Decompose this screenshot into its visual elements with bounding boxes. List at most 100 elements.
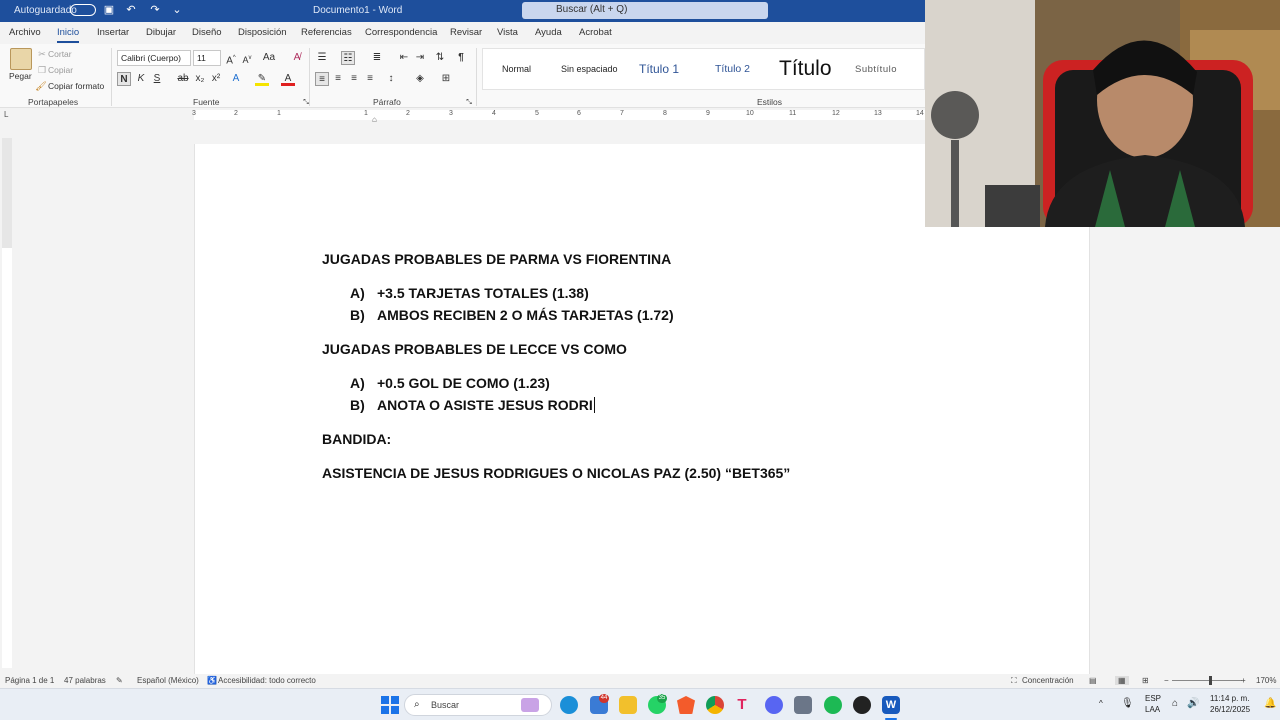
style-heading1[interactable]: Título 1 (639, 49, 679, 89)
underline-button[interactable]: S (150, 72, 164, 86)
line-spacing-icon[interactable]: ↕ (384, 72, 398, 86)
font-family-select[interactable]: Calibri (Cuerpo) (117, 50, 191, 66)
bandida-label[interactable]: BANDIDA: (322, 431, 391, 447)
list-item[interactable]: B) AMBOS RECIBEN 2 O MÁS TARJETAS (1.72) (350, 307, 674, 323)
text-app-icon[interactable]: T (733, 696, 751, 714)
tab-insertar[interactable]: Insertar (97, 27, 129, 38)
print-layout-icon[interactable]: ▦ (1115, 676, 1129, 685)
horizontal-ruler[interactable]: L 3 2 1 1 2 3 4 5 6 7 8 9 10 11 12 13 14… (0, 108, 925, 124)
zoom-slider[interactable] (1172, 680, 1242, 681)
list-item[interactable]: A) +3.5 TARJETAS TOTALES (1.38) (350, 285, 589, 301)
word-app-icon[interactable]: W (882, 696, 900, 714)
style-no-spacing[interactable]: Sin espaciado (561, 49, 618, 89)
tab-disposicion[interactable]: Disposición (238, 27, 287, 38)
network-icon[interactable]: ⌂ (1172, 698, 1178, 709)
page-count[interactable]: Página 1 de 1 (5, 676, 54, 685)
windows-start-icon[interactable] (381, 696, 399, 714)
tab-dibujar[interactable]: Dibujar (146, 27, 176, 38)
multilevel-list-icon[interactable]: ≣ (370, 51, 384, 65)
taskbar-search[interactable]: ⌕ Buscar (404, 694, 552, 716)
superscript-icon[interactable]: x² (209, 72, 223, 86)
accessibility-status[interactable]: Accesibilidad: todo correcto (218, 676, 316, 685)
paste-button[interactable]: Pegar (9, 71, 32, 81)
customize-icon[interactable]: ⌄ (170, 3, 184, 17)
language-code[interactable]: ESP (1145, 694, 1161, 703)
change-case-icon[interactable]: Aa (262, 51, 276, 65)
zoom-slider-thumb[interactable] (1209, 676, 1212, 685)
focus-mode[interactable]: Concentración (1022, 676, 1074, 685)
hidden-icons-chevron-icon[interactable]: ^ (1099, 699, 1103, 708)
undo-icon[interactable]: ↶ (124, 3, 138, 17)
show-marks-icon[interactable]: ¶ (454, 51, 468, 65)
redo-icon[interactable]: ↷ (148, 3, 162, 17)
copy-button[interactable]: Copiar (48, 65, 73, 75)
discord-icon[interactable] (765, 696, 783, 714)
zoom-in-icon[interactable]: + (1241, 676, 1246, 685)
autosave-toggle[interactable] (70, 4, 96, 16)
paste-icon[interactable] (10, 48, 32, 70)
shading-icon[interactable]: ◈ (413, 72, 427, 86)
vertical-ruler[interactable] (2, 138, 12, 668)
tab-revisar[interactable]: Revisar (450, 27, 482, 38)
bold-button[interactable]: N (117, 72, 131, 86)
tab-ayuda[interactable]: Ayuda (535, 27, 562, 38)
strikethrough-icon[interactable]: ab (176, 72, 190, 86)
tab-correspondencia[interactable]: Correspondencia (365, 27, 437, 38)
tab-selector-icon[interactable]: L (4, 110, 8, 119)
read-mode-icon[interactable]: ▤ (1089, 676, 1097, 685)
tab-archivo[interactable]: Archivo (9, 27, 41, 38)
decrease-indent-icon[interactable]: ⇤ (397, 51, 411, 65)
clock-time[interactable]: 11:14 p. m. (1210, 694, 1249, 703)
style-subtitle[interactable]: Subtítulo (855, 49, 897, 89)
tab-acrobat[interactable]: Acrobat (579, 27, 612, 38)
tab-vista[interactable]: Vista (497, 27, 518, 38)
style-title[interactable]: Título (779, 49, 832, 89)
highlight-icon[interactable]: ✎ (255, 72, 269, 86)
align-left-icon[interactable]: ≡ (315, 72, 329, 86)
zoom-out-icon[interactable]: − (1164, 676, 1169, 685)
clock-date[interactable]: 26/12/2025 (1210, 705, 1250, 714)
list-item[interactable]: A) +0.5 GOL DE COMO (1.23) (350, 375, 550, 391)
language-status[interactable]: Español (México) (137, 676, 199, 685)
align-right-icon[interactable]: ≡ (347, 72, 361, 86)
volume-icon[interactable]: 🔊 (1187, 698, 1199, 709)
recorder-icon[interactable] (853, 696, 871, 714)
subscript-icon[interactable]: x₂ (193, 72, 207, 86)
italic-button[interactable]: K (134, 72, 148, 86)
final-bet-line[interactable]: ASISTENCIA DE JESUS RODRIGUES O NICOLAS … (322, 465, 790, 481)
word-count[interactable]: 47 palabras (64, 676, 106, 685)
keyboard-layout[interactable]: LAA (1145, 705, 1160, 714)
file-explorer-icon[interactable] (619, 696, 637, 714)
spotify-icon[interactable] (824, 696, 842, 714)
heading-parma-fiorentina[interactable]: JUGADAS PROBABLES DE PARMA VS FIORENTINA (322, 251, 671, 267)
format-painter-button[interactable]: Copiar formato (48, 81, 104, 91)
proofing-icon[interactable]: ✎ (116, 676, 123, 685)
shrink-font-icon[interactable]: Av (240, 51, 254, 65)
heading-lecce-como[interactable]: JUGADAS PROBABLES DE LECCE VS COMO (322, 341, 627, 357)
search-box[interactable]: Buscar (Alt + Q) (522, 2, 768, 19)
justify-icon[interactable]: ≡ (363, 72, 377, 86)
notifications-icon[interactable]: 🔔 (1264, 698, 1276, 709)
numbering-icon[interactable]: ☷ (341, 51, 355, 65)
align-center-icon[interactable]: ≡ (331, 72, 345, 86)
zoom-level[interactable]: 170% (1256, 676, 1276, 685)
text-effects-icon[interactable]: A (229, 72, 243, 86)
calculator-icon[interactable] (794, 696, 812, 714)
brave-icon[interactable] (677, 696, 695, 714)
edge-icon[interactable] (560, 696, 578, 714)
tab-diseno[interactable]: Diseño (192, 27, 222, 38)
bullets-icon[interactable]: ☰ (315, 51, 329, 65)
borders-icon[interactable]: ⊞ (439, 72, 453, 86)
microphone-icon[interactable]: 🎙 (1121, 698, 1134, 709)
style-normal[interactable]: Normal (502, 49, 531, 89)
style-heading2[interactable]: Título 2 (715, 49, 750, 89)
chrome-icon[interactable] (706, 696, 724, 714)
sort-icon[interactable]: ⇅ (433, 51, 447, 65)
clear-format-icon[interactable]: A̸ (290, 51, 304, 65)
font-color-icon[interactable]: A (281, 72, 295, 86)
font-size-select[interactable]: 11 (193, 50, 221, 66)
tab-inicio[interactable]: Inicio (57, 27, 80, 43)
save-icon[interactable]: ▣ (102, 3, 116, 17)
grow-font-icon[interactable]: A^ (224, 51, 238, 66)
list-item[interactable]: B) ANOTA O ASISTE JESUS RODRI (350, 397, 595, 413)
